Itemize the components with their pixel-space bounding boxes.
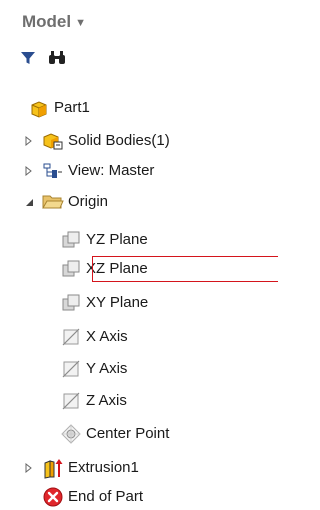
tree-item-label: Part1	[54, 99, 90, 116]
tree-item-origin[interactable]: Origin	[22, 189, 108, 215]
tree-item-label: Z Axis	[86, 392, 127, 409]
work-plane-icon	[60, 229, 82, 251]
tree-item-label: Solid Bodies(1)	[68, 132, 170, 149]
tree-item-z-axis[interactable]: Z Axis	[60, 388, 127, 414]
work-axis-icon	[60, 358, 82, 380]
tree-item-center-point[interactable]: Center Point	[60, 421, 169, 447]
tree-item-label: XY Plane	[86, 294, 149, 311]
work-plane-icon	[60, 258, 82, 280]
tree-item-label: Y Axis	[86, 360, 128, 377]
tree-item-y-axis[interactable]: Y Axis	[60, 356, 127, 382]
tree-item-label: View: Master	[68, 162, 155, 179]
work-point-icon	[60, 423, 82, 445]
collapse-arrow-icon[interactable]	[22, 195, 36, 209]
tree-item-label: Center Point	[86, 425, 170, 442]
tree-item-part1[interactable]: Part1	[28, 95, 90, 121]
folder-open-icon	[42, 191, 64, 213]
work-plane-icon	[60, 292, 82, 314]
expand-arrow-icon[interactable]	[22, 134, 36, 148]
tree-item-view-master[interactable]: View: Master	[22, 158, 154, 184]
tree-item-label: Extrusion1	[68, 459, 139, 476]
tree-item-label: XZ Plane	[86, 260, 148, 277]
tree-item-end-of-part[interactable]: End of Part	[42, 484, 143, 510]
part-cube-icon	[28, 97, 50, 119]
work-axis-icon	[60, 390, 82, 412]
tree-item-xy-plane[interactable]: XY Plane	[60, 290, 148, 316]
end-of-part-icon	[42, 486, 64, 508]
tree-item-label: End of Part	[68, 488, 144, 505]
tree-item-yz-plane[interactable]: YZ Plane	[60, 227, 148, 253]
tree-item-label: X Axis	[86, 328, 128, 345]
expand-arrow-icon[interactable]	[22, 164, 36, 178]
tree-item-xz-plane[interactable]: XZ Plane	[60, 256, 148, 282]
tree-item-x-axis[interactable]: X Axis	[60, 324, 128, 350]
solid-bodies-icon	[42, 130, 64, 152]
tree-item-extrusion1[interactable]: Extrusion1	[22, 455, 139, 481]
model-tree: Part1 Solid Bodies(1) View: Master Origi…	[0, 0, 278, 510]
tree-item-label: Origin	[68, 193, 109, 210]
tree-item-solid-bodies[interactable]: Solid Bodies(1)	[22, 128, 170, 154]
expand-arrow-icon[interactable]	[22, 461, 36, 475]
extrusion-icon	[42, 457, 64, 479]
view-representation-icon	[42, 160, 64, 182]
work-axis-icon	[60, 326, 82, 348]
tree-item-label: YZ Plane	[86, 231, 148, 248]
